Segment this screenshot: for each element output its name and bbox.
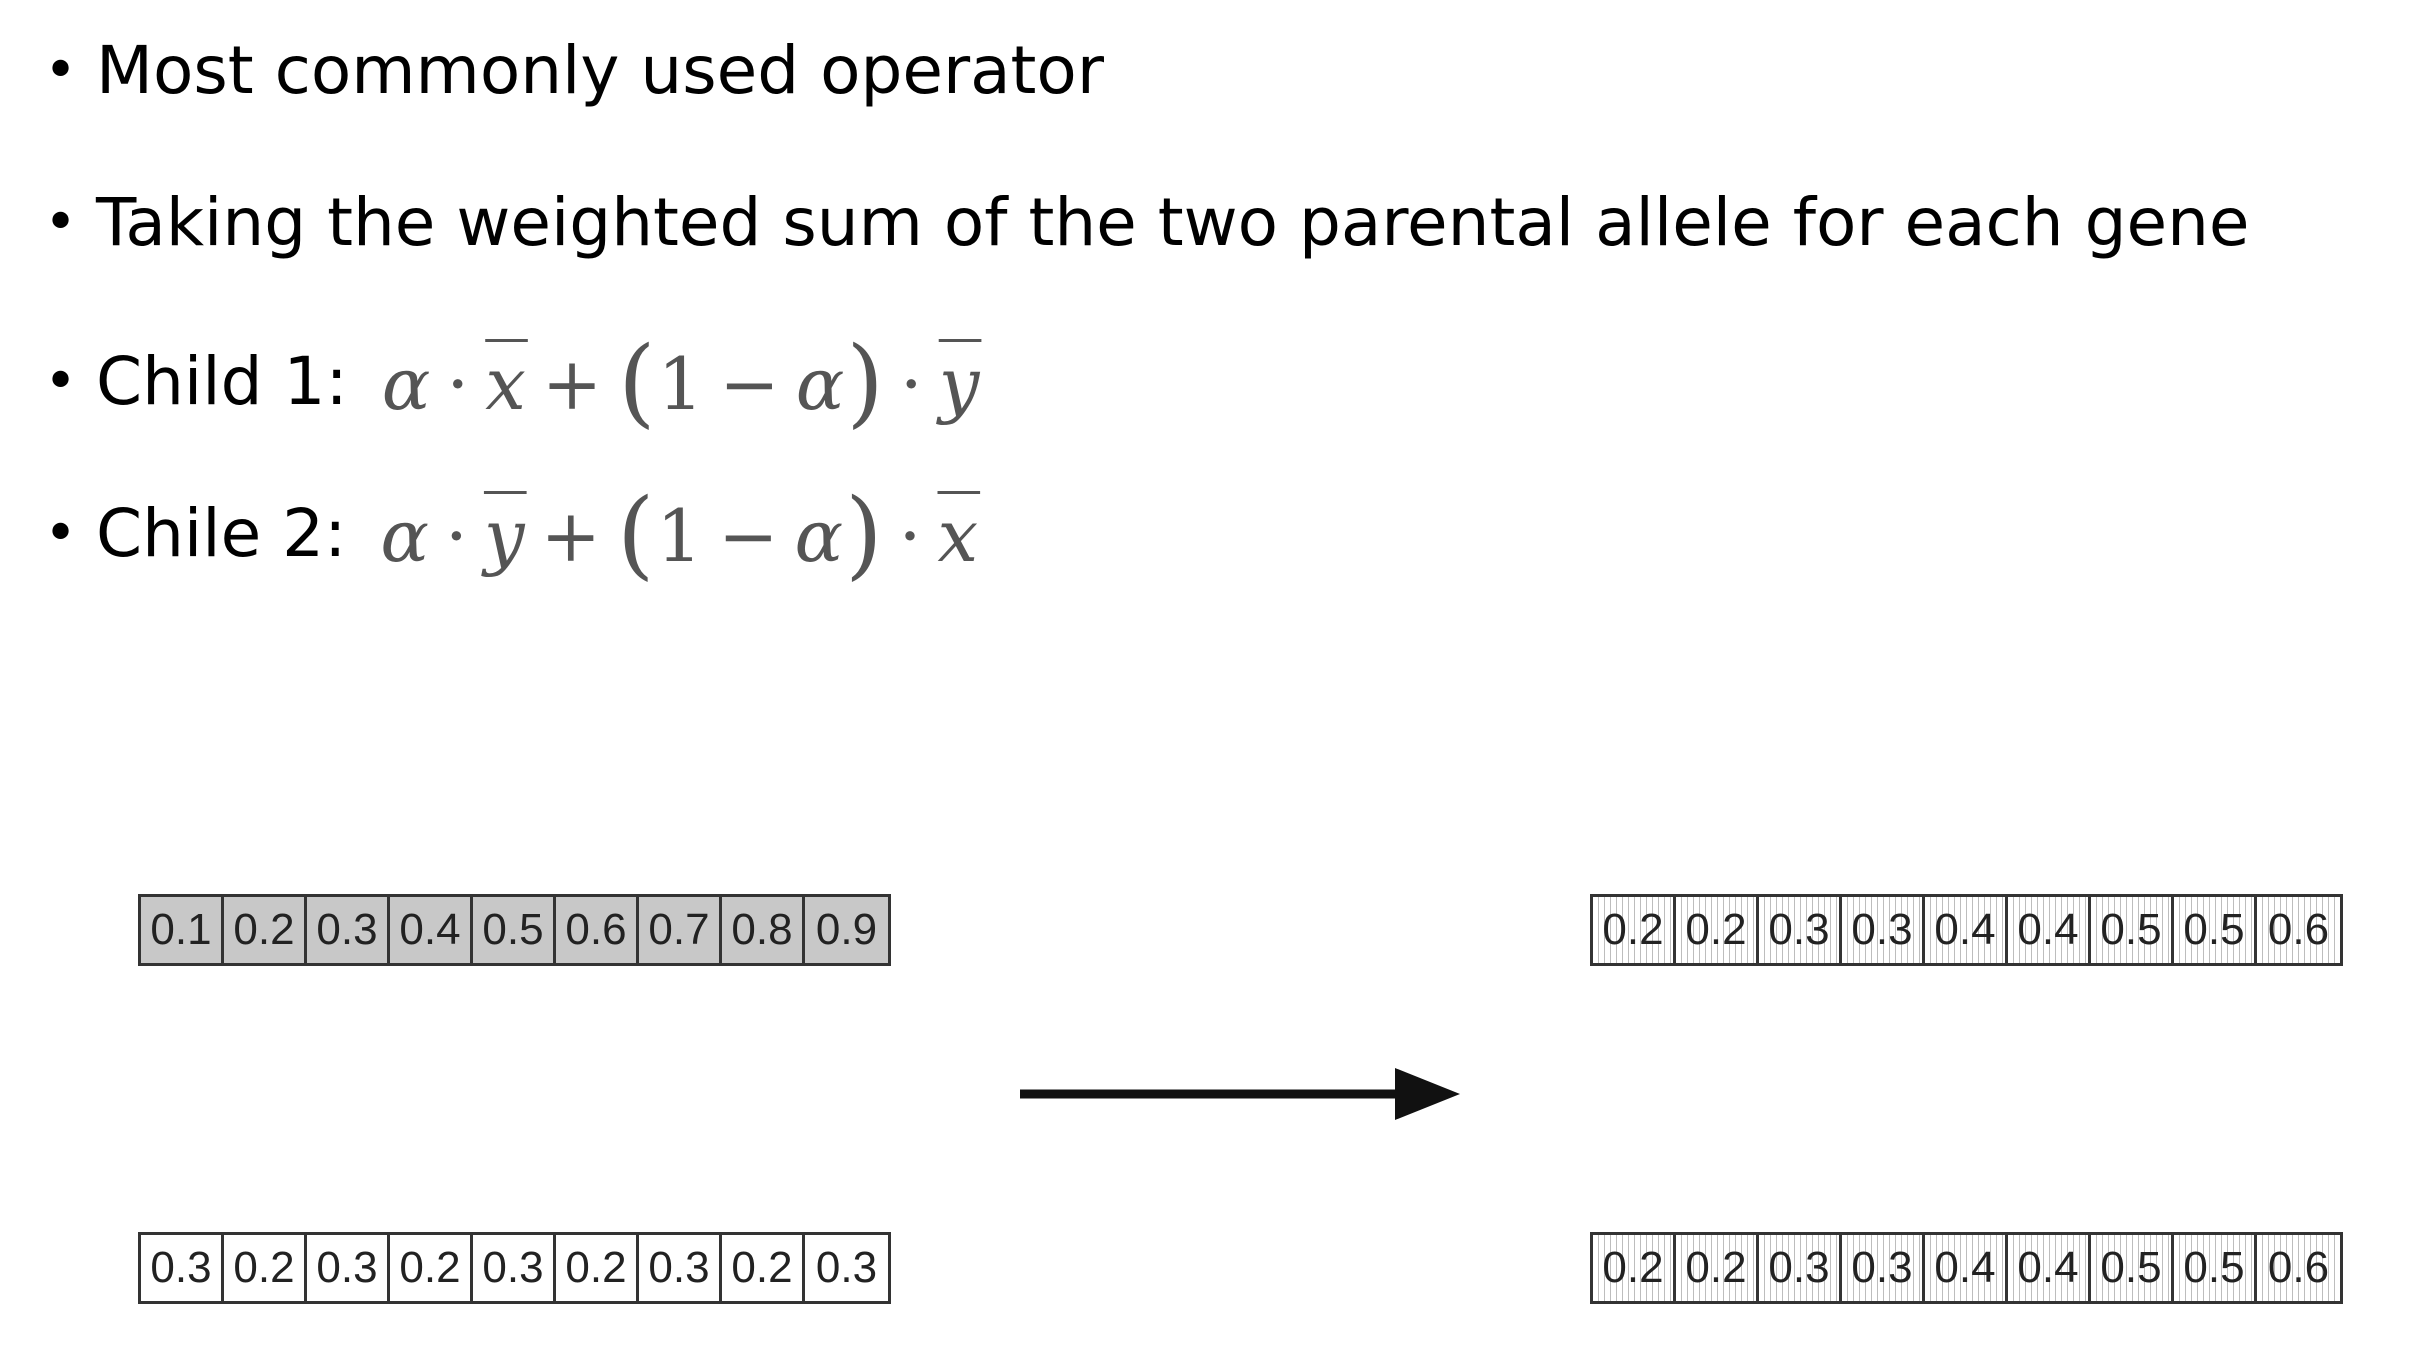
parent2-chromosome: 0.3 0.2 0.3 0.2 0.3 0.2 0.3 0.2 0.3	[138, 1232, 891, 1304]
alpha-symbol: α	[380, 494, 432, 578]
parent2-gene: 0.2	[722, 1235, 805, 1301]
bullet-dot-icon: •	[44, 38, 78, 103]
parent2-gene: 0.2	[556, 1235, 639, 1301]
child2-gene: 0.2	[1593, 1235, 1676, 1301]
parent1-gene: 0.3	[307, 897, 390, 963]
child2-gene: 0.3	[1842, 1235, 1925, 1301]
one-number: 1	[656, 494, 705, 578]
one-number: 1	[657, 342, 706, 426]
bullet-text: Child 1:	[96, 343, 348, 420]
child2-gene: 0.5	[2174, 1235, 2257, 1301]
child2-formula: α · y + (1− α) · x	[380, 486, 980, 582]
parent2-gene: 0.3	[141, 1235, 224, 1301]
plus-operator: +	[540, 494, 603, 578]
x-bar-symbol: x	[485, 342, 528, 426]
bullet-most-common: • Most commonly used operator	[44, 38, 1104, 104]
child1-gene: 0.3	[1842, 897, 1925, 963]
parent1-gene: 0.9	[805, 897, 888, 963]
right-arrow-icon	[1020, 1068, 1460, 1120]
child2-gene: 0.6	[2257, 1235, 2340, 1301]
plus-operator: +	[541, 342, 605, 426]
bullet-dot-icon: •	[44, 190, 78, 255]
dot-operator: ·	[898, 494, 924, 578]
child1-gene: 0.5	[2091, 897, 2174, 963]
left-paren: (	[618, 326, 658, 438]
child1-gene: 0.2	[1593, 897, 1676, 963]
parent1-gene: 0.2	[224, 897, 307, 963]
parent2-gene: 0.2	[224, 1235, 307, 1301]
parent2-gene: 0.3	[473, 1235, 556, 1301]
minus-operator: −	[719, 342, 782, 426]
parent1-gene: 0.7	[639, 897, 722, 963]
minus-operator: −	[718, 494, 781, 578]
child1-chromosome: 0.2 0.2 0.3 0.3 0.4 0.4 0.5 0.5 0.6	[1590, 894, 2343, 966]
right-paren: )	[845, 478, 885, 590]
child1-gene: 0.4	[1925, 897, 2008, 963]
child2-gene: 0.4	[2008, 1235, 2091, 1301]
child1-gene: 0.2	[1676, 897, 1759, 963]
bullet-child-1: • Child 1: α · x + (1− α) · y	[44, 334, 981, 430]
right-paren: )	[846, 326, 886, 438]
y-bar-symbol: y	[938, 342, 982, 426]
parent1-gene: 0.6	[556, 897, 639, 963]
child2-gene: 0.2	[1676, 1235, 1759, 1301]
bullet-dot-icon: •	[44, 501, 78, 566]
child2-gene: 0.4	[1925, 1235, 2008, 1301]
parent2-gene: 0.3	[639, 1235, 722, 1301]
bullet-child-2: • Chile 2: α · y + (1− α) · x	[44, 486, 980, 582]
child2-chromosome: 0.2 0.2 0.3 0.3 0.4 0.4 0.5 0.5 0.6	[1590, 1232, 2343, 1304]
parent2-gene: 0.3	[307, 1235, 390, 1301]
dot-operator: ·	[446, 342, 472, 426]
bullet-dot-icon: •	[44, 349, 78, 414]
child1-formula: α · x + (1− α) · y	[382, 334, 982, 430]
parent1-gene: 0.1	[141, 897, 224, 963]
bullet-text: Chile 2:	[96, 495, 347, 572]
child1-gene: 0.6	[2257, 897, 2340, 963]
parent2-gene: 0.3	[805, 1235, 888, 1301]
x-bar-symbol: x	[937, 494, 981, 578]
child1-gene: 0.5	[2174, 897, 2257, 963]
alpha-symbol: α	[795, 342, 847, 426]
child2-gene: 0.3	[1759, 1235, 1842, 1301]
dot-operator: ·	[445, 494, 470, 578]
bullet-text: Most commonly used operator	[96, 32, 1104, 109]
alpha-symbol: α	[381, 342, 433, 426]
parent1-chromosome: 0.1 0.2 0.3 0.4 0.5 0.6 0.7 0.8 0.9	[138, 894, 891, 966]
parent1-gene: 0.4	[390, 897, 473, 963]
child1-gene: 0.4	[2008, 897, 2091, 963]
child1-gene: 0.3	[1759, 897, 1842, 963]
child2-gene: 0.5	[2091, 1235, 2174, 1301]
y-bar-symbol: y	[483, 494, 527, 578]
left-paren: (	[616, 478, 657, 590]
dot-operator: ·	[899, 342, 925, 426]
parent1-gene: 0.5	[473, 897, 556, 963]
parent2-gene: 0.2	[390, 1235, 473, 1301]
arrow-head	[1395, 1068, 1460, 1120]
bullet-text: Taking the weighted sum of the two paren…	[96, 184, 2250, 261]
alpha-symbol: α	[794, 494, 846, 578]
parent1-gene: 0.8	[722, 897, 805, 963]
bullet-weighted-sum: • Taking the weighted sum of the two par…	[44, 190, 2250, 256]
